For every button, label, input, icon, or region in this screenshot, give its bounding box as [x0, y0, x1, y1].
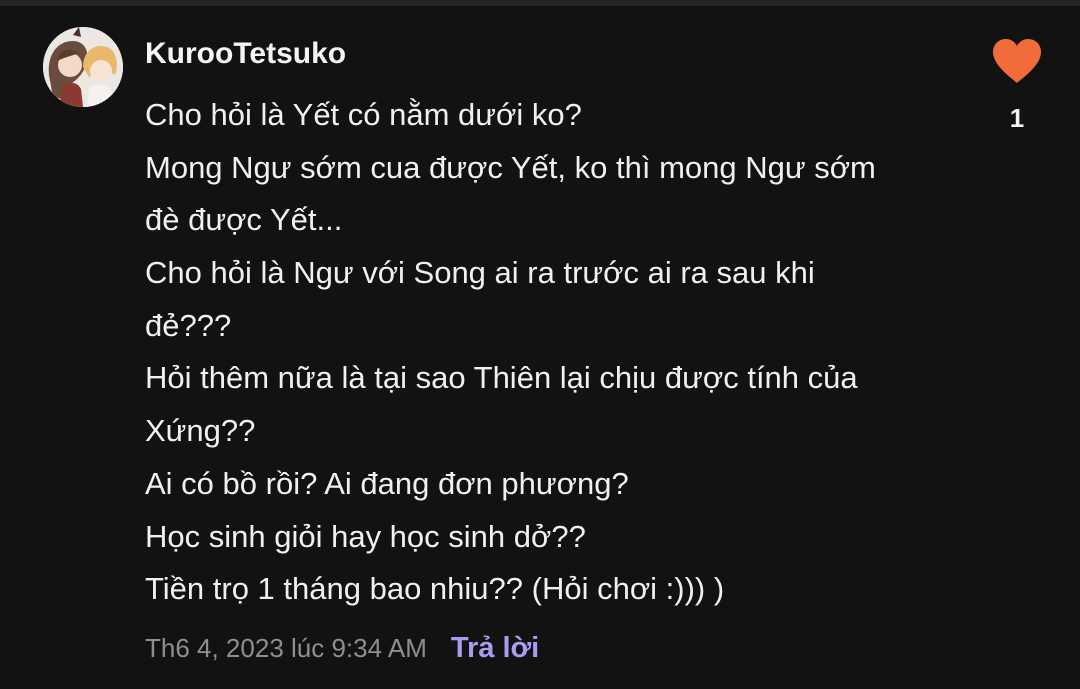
- like-count: 1: [1009, 103, 1025, 133]
- heart-icon[interactable]: [991, 37, 1043, 85]
- comment-line: Mong Ngư sớm cua được Yết, ko thì mong N…: [145, 149, 876, 185]
- comment-line: Tiền trọ 1 tháng bao nhiu?? (Hỏi chơi :)…: [145, 571, 725, 607]
- comment-line: đè được Yết...: [145, 202, 343, 238]
- username[interactable]: KurooTetsuko: [145, 34, 346, 74]
- like-control: 1: [990, 37, 1044, 134]
- comment-meta: Th6 4, 2023 lúc 9:34 AM Trả lời: [145, 628, 539, 668]
- user-avatar-icon: [43, 27, 123, 107]
- comment-line: Cho hỏi là Yết có nằm dưới ko?: [145, 97, 582, 132]
- reply-button[interactable]: Trả lời: [451, 632, 539, 665]
- timestamp: Th6 4, 2023 lúc 9:34 AM: [145, 632, 427, 663]
- comment-line: Xứng??: [145, 413, 256, 449]
- comment-line: Học sinh giỏi hay học sinh dở??: [145, 518, 586, 554]
- comment-line: Ai có bồ rồi? Ai đang đơn phương?: [145, 465, 629, 501]
- comment-body: Cho hỏi là Yết có nằm dưới ko? Mong Ngư …: [145, 89, 945, 616]
- avatar[interactable]: [43, 27, 123, 107]
- comment-line: đẻ???: [145, 307, 232, 343]
- comment-card: KurooTetsuko Cho hỏi là Yết có nằm dưới …: [0, 6, 1080, 689]
- comment-line: Cho hỏi là Ngư với Song ai ra trước ai r…: [145, 255, 815, 291]
- comment-line: Hỏi thêm nữa là tại sao Thiên lại chịu đ…: [145, 360, 858, 396]
